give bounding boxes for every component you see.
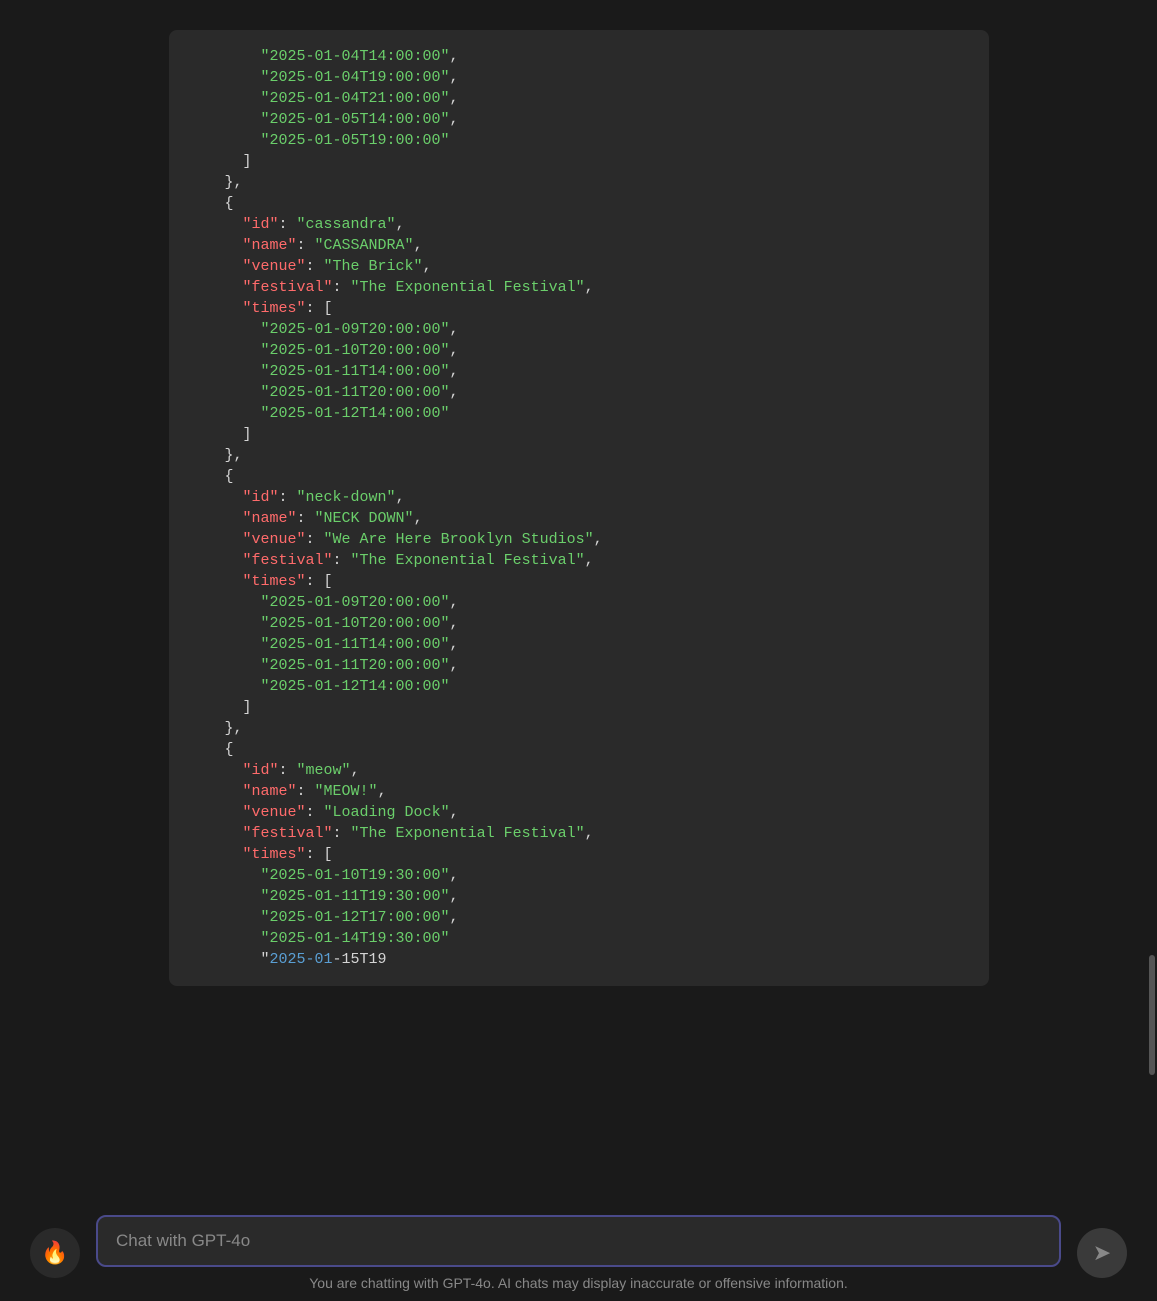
send-icon: ➤: [1093, 1240, 1111, 1266]
input-wrapper: You are chatting with GPT-4o. AI chats m…: [96, 1215, 1061, 1291]
scrollbar-track[interactable]: [1147, 0, 1155, 1080]
chat-input[interactable]: [96, 1215, 1061, 1267]
disclaimer-text: You are chatting with GPT-4o. AI chats m…: [309, 1275, 848, 1291]
scrollbar-thumb[interactable]: [1149, 955, 1155, 1075]
bottom-bar: 🔥 You are chatting with GPT-4o. AI chats…: [0, 1195, 1157, 1301]
send-button[interactable]: ➤: [1077, 1228, 1127, 1278]
fire-button[interactable]: 🔥: [30, 1228, 80, 1278]
code-block: "2025-01-04T14:00:00", "2025-01-04T19:00…: [169, 30, 989, 986]
chat-container: "2025-01-04T14:00:00", "2025-01-04T19:00…: [0, 0, 1157, 1165]
